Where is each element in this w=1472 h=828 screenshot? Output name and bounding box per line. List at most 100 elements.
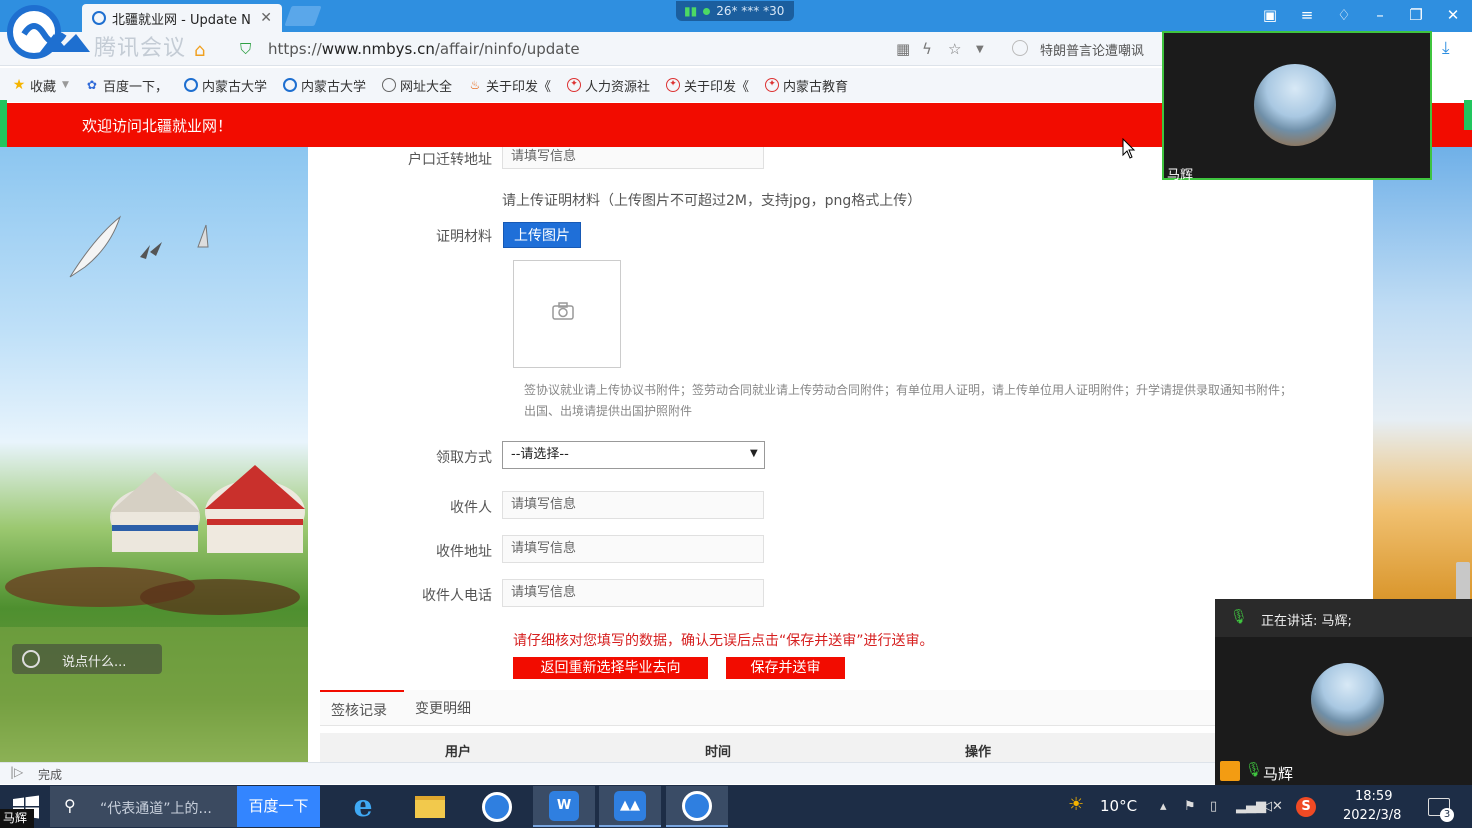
skin-icon[interactable]: ♢ [1332,6,1356,24]
status-text: 完成 [38,768,63,782]
search-icon: ⚲ [64,796,76,815]
bookmark-imu-2[interactable]: 内蒙古大学 [282,76,366,95]
bookmark-hr-social[interactable]: ✦ 人力资源社 [567,76,650,95]
window-close-icon[interactable]: ✕ [1441,6,1465,24]
emoji-icon[interactable] [22,650,40,668]
hot-news-text[interactable]: 特朗普言论遭嘲讽 [1040,40,1144,59]
battery-icon[interactable]: ▯ [1210,799,1217,814]
taskbar-ie[interactable]: e [332,786,394,827]
sogou-browser-icon [682,790,712,821]
recipient-address-input[interactable]: 请填写信息 [502,535,764,563]
chevron-down-icon[interactable]: ▼ [976,44,984,55]
clock-time[interactable]: 18:59 [1355,789,1392,804]
bookmark-notice-2[interactable]: ✦ 关于印发《 [666,76,749,95]
browser-tab-active[interactable]: 北疆就业网 - Update N ✕ [82,4,282,32]
desert-background-image [1373,147,1472,602]
bookmark-baidu[interactable]: ✿ 百度一下， [85,76,168,95]
baidu-paw-icon: ✿ [86,78,97,92]
bookmark-im-education[interactable]: ✦ 内蒙古教育 [765,76,848,95]
wps-writer-icon: W [549,790,579,821]
recipient-address-label: 收件地址 [436,544,492,560]
hukou-label: 户口迁转地址 [408,152,492,168]
restore-icon[interactable]: ❐ [1404,6,1428,24]
chevron-down-icon: ▼ [62,80,69,90]
lightning-icon[interactable]: ϟ [922,40,932,58]
taskbar-sogou-browser-active[interactable] [666,786,728,827]
menu-icon[interactable]: ≡ [1295,6,1319,24]
speaker-name: 马辉 [1263,765,1294,783]
search-engine-icon[interactable] [1012,40,1028,56]
chevron-down-icon[interactable]: ▼ [750,448,758,459]
pickup-method-select[interactable]: --请选择-- [502,441,765,469]
bookmark-notice-1[interactable]: ♨ 关于印发《 [468,76,551,95]
sogou-input-icon[interactable]: S [1296,797,1316,817]
recording-dot-icon [703,7,711,15]
meeting-share-border [1464,100,1472,130]
bookmarks-bar: ★ 收藏 ▼ ✿ 百度一下， 内蒙古大学 内蒙古大学 网址大全 ♨ 关于印发《 ✦ 人力资… [0,68,1162,102]
internet-explorer-icon: e [353,789,373,824]
back-reselect-button[interactable]: 返回重新选择毕业去向 [513,657,708,679]
proof-label: 证明材料 [436,229,492,245]
url-field[interactable]: https://www.nmbys.cn/affair/ninfo/update [268,40,580,58]
tray-expand-icon[interactable]: ▴ [1160,799,1167,814]
recipient-phone-input[interactable]: 请填写信息 [502,579,764,607]
sogou-s-icon [92,11,106,25]
taskbar-file-explorer[interactable] [399,786,461,827]
pickup-method-label: 领取方式 [436,450,492,466]
taskbar-search-text[interactable]: “代表通道”上的... [100,798,212,818]
clock-date[interactable]: 2022/3/8 [1343,808,1401,823]
weather-sun-icon[interactable]: ☀ [1068,794,1084,815]
weather-temperature[interactable]: 10°C [1100,797,1137,815]
bookmark-imu-1[interactable]: 内蒙古大学 [183,76,267,95]
signal-text: 26* *** *30 [716,4,785,18]
minimize-icon[interactable]: – [1368,6,1392,24]
tencent-meeting-icon: ▲▲ [614,790,646,821]
recipient-input[interactable]: 请填写信息 [502,491,764,519]
flag-icon[interactable]: ⚑ [1184,799,1196,814]
taskbar-sogou-browser[interactable] [466,786,528,827]
taskbar-wps-writer[interactable]: W [533,786,595,827]
globe-icon [381,78,396,92]
browser-status-bar [0,762,1215,784]
sogou-s-icon [282,78,297,92]
bookmark-url-directory[interactable]: 网址大全 [381,76,452,95]
government-emblem-icon: ✦ [567,78,582,92]
notification-count: 3 [1440,808,1454,822]
close-icon[interactable]: ✕ [260,10,272,26]
tab-change-details[interactable]: 变更明细 [415,698,471,718]
recipient-phone-label: 收件人电话 [422,588,492,604]
mouse-cursor-icon [1122,138,1136,159]
tab-title: 北疆就业网 - Update N [112,12,251,28]
hukou-address-input[interactable]: 请填写信息 [502,147,764,169]
sidebar-toggle-icon[interactable]: |▷ [10,765,23,779]
upload-image-button[interactable]: 上传图片 [503,222,581,248]
page-scrollbar-thumb[interactable] [1456,562,1470,602]
microphone-icon: 🎙 [1230,609,1248,625]
volume-muted-icon[interactable]: ◁✕ [1262,799,1283,814]
government-emblem-icon: ✦ [666,78,681,92]
secure-shield-icon: ⛉ [240,40,252,58]
fire-icon: ♨ [469,78,481,92]
self-name-label: 马辉 [0,809,34,828]
bookmark-favorites[interactable]: ★ 收藏 ▼ [12,76,69,95]
taskbar-tencent-meeting[interactable]: ▲▲ [599,786,661,827]
chat-placeholder[interactable]: 说点什么... [62,651,126,670]
tab-approval-records[interactable]: 签核记录 [331,700,387,720]
home-icon[interactable]: ⌂ [194,40,205,61]
sogou-s-icon [183,78,198,92]
upload-hint: 请上传证明材料（上传图片不可超过2M，支持jpg，png格式上传） [502,193,922,209]
host-badge-icon [1220,761,1240,781]
column-user: 用户 [445,745,472,760]
baidu-search-button[interactable]: 百度一下 [237,786,320,827]
favorite-star-icon[interactable]: ☆ [948,40,961,58]
qr-code-icon[interactable]: ▦ [896,40,910,58]
microphone-icon: 🎙 [1245,762,1263,778]
download-icon[interactable]: ⤓ [1442,38,1450,58]
column-time: 时间 [705,745,732,760]
meeting-share-border [0,100,7,150]
save-and-submit-button[interactable]: 保存并送审 [726,657,845,679]
meeting-watermark: 腾讯会议 [94,36,187,61]
attachment-note: 签协议就业请上传协议书附件；签劳动合同就业请上传劳动合同附件；有单位用人证明，请… [524,383,1293,418]
tab-counter-icon[interactable]: ▣ [1258,6,1282,24]
folder-icon [415,795,445,818]
